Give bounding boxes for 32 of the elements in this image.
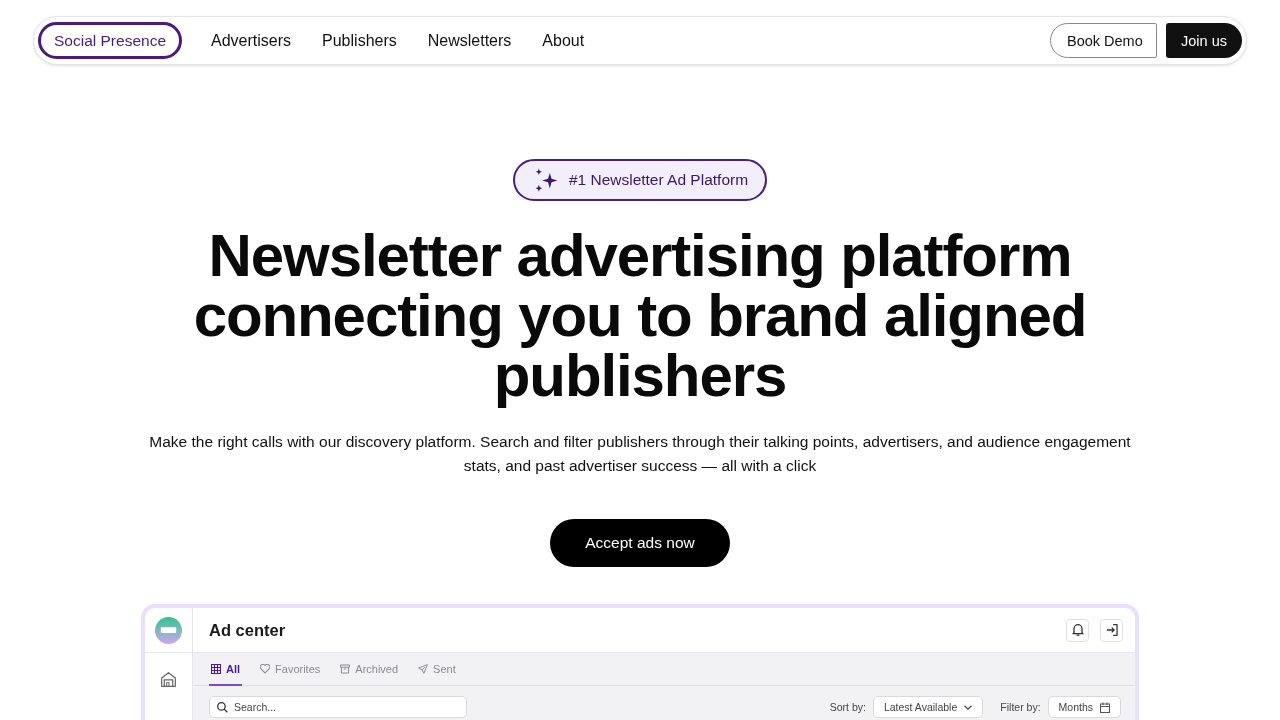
login-button[interactable] (1100, 618, 1123, 642)
sort-dropdown[interactable]: Latest Available (872, 696, 984, 718)
headline: Newsletter advertising platform connecting you to brand aligned publishers (192, 226, 1088, 406)
notifications-button[interactable] (1066, 618, 1089, 642)
nav-link[interactable]: About (542, 31, 585, 50)
archive-box-icon (340, 663, 351, 674)
subtitle: Make the right calls with our discovery platform. Search and filter publishers through their talking points, advertisers, and audience engagement stats, and past advertiser success — all with a click (148, 432, 1132, 476)
login-icon (1105, 624, 1118, 636)
book-demo-button[interactable]: Book Demo (1050, 23, 1157, 58)
dashboard-title: Ad center (209, 620, 286, 640)
app-logo-icon (155, 616, 182, 644)
nav-link[interactable]: Newsletters (427, 31, 512, 50)
badge-text: #1 Newsletter Ad Platform (568, 171, 749, 189)
filter-label: Filter by: (1000, 701, 1041, 713)
calendar-icon (1100, 701, 1110, 713)
search-icon (217, 701, 228, 713)
accept-ads-button[interactable]: Accept ads now (550, 519, 730, 567)
nav-link[interactable]: Advertisers (211, 31, 292, 50)
heart-icon (260, 663, 271, 674)
filter-tab[interactable]: All (209, 653, 243, 686)
filter-dropdown[interactable]: Months (1047, 696, 1121, 718)
paper-plane-icon (418, 663, 429, 674)
bell-icon (1071, 624, 1084, 636)
chevron-down-icon (964, 704, 973, 710)
sort-label: Sort by: (829, 701, 866, 713)
nav-link[interactable]: Publishers (322, 31, 397, 50)
home-icon[interactable] (161, 671, 176, 687)
search-field[interactable]: Search... (209, 696, 467, 718)
grid-icon (211, 663, 221, 674)
brand-logo[interactable]: Social Presence (38, 22, 182, 59)
join-button[interactable]: Join us (1166, 23, 1242, 58)
sparkle-icon (534, 168, 558, 192)
